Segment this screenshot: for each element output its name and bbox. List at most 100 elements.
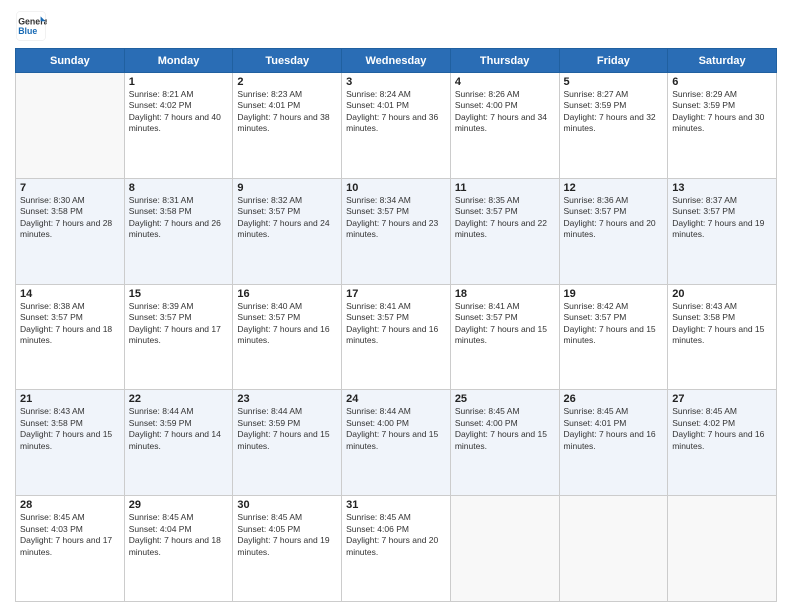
day-number: 30 bbox=[237, 499, 337, 511]
day-cell-2: 2 Sunrise: 8:23 AMSunset: 4:01 PMDayligh… bbox=[233, 73, 342, 179]
day-number: 14 bbox=[20, 288, 120, 300]
day-info: Sunrise: 8:45 AMSunset: 4:04 PMDaylight:… bbox=[129, 512, 229, 558]
day-cell-9: 9 Sunrise: 8:32 AMSunset: 3:57 PMDayligh… bbox=[233, 178, 342, 284]
weekday-sunday: Sunday bbox=[16, 49, 125, 73]
week-row-2: 7 Sunrise: 8:30 AMSunset: 3:58 PMDayligh… bbox=[16, 178, 777, 284]
calendar-table: SundayMondayTuesdayWednesdayThursdayFrid… bbox=[15, 48, 777, 602]
empty-cell bbox=[668, 496, 777, 602]
day-info: Sunrise: 8:29 AMSunset: 3:59 PMDaylight:… bbox=[672, 89, 772, 135]
day-cell-29: 29 Sunrise: 8:45 AMSunset: 4:04 PMDaylig… bbox=[124, 496, 233, 602]
day-cell-21: 21 Sunrise: 8:43 AMSunset: 3:58 PMDaylig… bbox=[16, 390, 125, 496]
day-cell-7: 7 Sunrise: 8:30 AMSunset: 3:58 PMDayligh… bbox=[16, 178, 125, 284]
day-cell-26: 26 Sunrise: 8:45 AMSunset: 4:01 PMDaylig… bbox=[559, 390, 668, 496]
header: General Blue bbox=[15, 10, 777, 42]
day-number: 23 bbox=[237, 393, 337, 405]
day-cell-14: 14 Sunrise: 8:38 AMSunset: 3:57 PMDaylig… bbox=[16, 284, 125, 390]
day-cell-15: 15 Sunrise: 8:39 AMSunset: 3:57 PMDaylig… bbox=[124, 284, 233, 390]
day-info: Sunrise: 8:23 AMSunset: 4:01 PMDaylight:… bbox=[237, 89, 337, 135]
day-cell-27: 27 Sunrise: 8:45 AMSunset: 4:02 PMDaylig… bbox=[668, 390, 777, 496]
svg-text:Blue: Blue bbox=[18, 26, 37, 36]
weekday-monday: Monday bbox=[124, 49, 233, 73]
day-info: Sunrise: 8:32 AMSunset: 3:57 PMDaylight:… bbox=[237, 195, 337, 241]
day-number: 10 bbox=[346, 182, 446, 194]
day-info: Sunrise: 8:45 AMSunset: 4:02 PMDaylight:… bbox=[672, 406, 772, 452]
day-info: Sunrise: 8:43 AMSunset: 3:58 PMDaylight:… bbox=[672, 301, 772, 347]
day-info: Sunrise: 8:38 AMSunset: 3:57 PMDaylight:… bbox=[20, 301, 120, 347]
day-cell-16: 16 Sunrise: 8:40 AMSunset: 3:57 PMDaylig… bbox=[233, 284, 342, 390]
day-cell-18: 18 Sunrise: 8:41 AMSunset: 3:57 PMDaylig… bbox=[450, 284, 559, 390]
weekday-header-row: SundayMondayTuesdayWednesdayThursdayFrid… bbox=[16, 49, 777, 73]
day-info: Sunrise: 8:36 AMSunset: 3:57 PMDaylight:… bbox=[564, 195, 664, 241]
day-number: 9 bbox=[237, 182, 337, 194]
day-info: Sunrise: 8:44 AMSunset: 3:59 PMDaylight:… bbox=[237, 406, 337, 452]
day-cell-28: 28 Sunrise: 8:45 AMSunset: 4:03 PMDaylig… bbox=[16, 496, 125, 602]
day-info: Sunrise: 8:44 AMSunset: 3:59 PMDaylight:… bbox=[129, 406, 229, 452]
weekday-wednesday: Wednesday bbox=[342, 49, 451, 73]
day-number: 22 bbox=[129, 393, 229, 405]
day-number: 6 bbox=[672, 76, 772, 88]
day-cell-5: 5 Sunrise: 8:27 AMSunset: 3:59 PMDayligh… bbox=[559, 73, 668, 179]
empty-cell bbox=[450, 496, 559, 602]
day-cell-30: 30 Sunrise: 8:45 AMSunset: 4:05 PMDaylig… bbox=[233, 496, 342, 602]
day-number: 19 bbox=[564, 288, 664, 300]
day-number: 5 bbox=[564, 76, 664, 88]
day-number: 7 bbox=[20, 182, 120, 194]
day-cell-3: 3 Sunrise: 8:24 AMSunset: 4:01 PMDayligh… bbox=[342, 73, 451, 179]
day-number: 11 bbox=[455, 182, 555, 194]
day-number: 27 bbox=[672, 393, 772, 405]
day-cell-11: 11 Sunrise: 8:35 AMSunset: 3:57 PMDaylig… bbox=[450, 178, 559, 284]
day-cell-8: 8 Sunrise: 8:31 AMSunset: 3:58 PMDayligh… bbox=[124, 178, 233, 284]
day-info: Sunrise: 8:27 AMSunset: 3:59 PMDaylight:… bbox=[564, 89, 664, 135]
day-number: 13 bbox=[672, 182, 772, 194]
day-info: Sunrise: 8:35 AMSunset: 3:57 PMDaylight:… bbox=[455, 195, 555, 241]
week-row-1: 1 Sunrise: 8:21 AMSunset: 4:02 PMDayligh… bbox=[16, 73, 777, 179]
day-info: Sunrise: 8:40 AMSunset: 3:57 PMDaylight:… bbox=[237, 301, 337, 347]
day-info: Sunrise: 8:45 AMSunset: 4:06 PMDaylight:… bbox=[346, 512, 446, 558]
day-info: Sunrise: 8:41 AMSunset: 3:57 PMDaylight:… bbox=[346, 301, 446, 347]
day-cell-31: 31 Sunrise: 8:45 AMSunset: 4:06 PMDaylig… bbox=[342, 496, 451, 602]
day-info: Sunrise: 8:37 AMSunset: 3:57 PMDaylight:… bbox=[672, 195, 772, 241]
day-cell-12: 12 Sunrise: 8:36 AMSunset: 3:57 PMDaylig… bbox=[559, 178, 668, 284]
day-cell-10: 10 Sunrise: 8:34 AMSunset: 3:57 PMDaylig… bbox=[342, 178, 451, 284]
day-number: 2 bbox=[237, 76, 337, 88]
day-number: 28 bbox=[20, 499, 120, 511]
weekday-saturday: Saturday bbox=[668, 49, 777, 73]
day-info: Sunrise: 8:21 AMSunset: 4:02 PMDaylight:… bbox=[129, 89, 229, 135]
day-number: 16 bbox=[237, 288, 337, 300]
day-cell-13: 13 Sunrise: 8:37 AMSunset: 3:57 PMDaylig… bbox=[668, 178, 777, 284]
empty-cell bbox=[559, 496, 668, 602]
day-info: Sunrise: 8:39 AMSunset: 3:57 PMDaylight:… bbox=[129, 301, 229, 347]
day-number: 20 bbox=[672, 288, 772, 300]
week-row-4: 21 Sunrise: 8:43 AMSunset: 3:58 PMDaylig… bbox=[16, 390, 777, 496]
day-number: 18 bbox=[455, 288, 555, 300]
day-cell-17: 17 Sunrise: 8:41 AMSunset: 3:57 PMDaylig… bbox=[342, 284, 451, 390]
svg-text:General: General bbox=[18, 16, 47, 26]
day-cell-4: 4 Sunrise: 8:26 AMSunset: 4:00 PMDayligh… bbox=[450, 73, 559, 179]
day-info: Sunrise: 8:42 AMSunset: 3:57 PMDaylight:… bbox=[564, 301, 664, 347]
day-number: 17 bbox=[346, 288, 446, 300]
day-cell-20: 20 Sunrise: 8:43 AMSunset: 3:58 PMDaylig… bbox=[668, 284, 777, 390]
day-number: 1 bbox=[129, 76, 229, 88]
day-info: Sunrise: 8:24 AMSunset: 4:01 PMDaylight:… bbox=[346, 89, 446, 135]
week-row-5: 28 Sunrise: 8:45 AMSunset: 4:03 PMDaylig… bbox=[16, 496, 777, 602]
day-number: 3 bbox=[346, 76, 446, 88]
day-number: 21 bbox=[20, 393, 120, 405]
weekday-tuesday: Tuesday bbox=[233, 49, 342, 73]
day-number: 4 bbox=[455, 76, 555, 88]
logo-icon: General Blue bbox=[15, 10, 47, 42]
day-info: Sunrise: 8:41 AMSunset: 3:57 PMDaylight:… bbox=[455, 301, 555, 347]
day-info: Sunrise: 8:31 AMSunset: 3:58 PMDaylight:… bbox=[129, 195, 229, 241]
week-row-3: 14 Sunrise: 8:38 AMSunset: 3:57 PMDaylig… bbox=[16, 284, 777, 390]
day-number: 26 bbox=[564, 393, 664, 405]
day-number: 29 bbox=[129, 499, 229, 511]
day-info: Sunrise: 8:34 AMSunset: 3:57 PMDaylight:… bbox=[346, 195, 446, 241]
day-info: Sunrise: 8:45 AMSunset: 4:00 PMDaylight:… bbox=[455, 406, 555, 452]
day-info: Sunrise: 8:45 AMSunset: 4:05 PMDaylight:… bbox=[237, 512, 337, 558]
day-info: Sunrise: 8:45 AMSunset: 4:03 PMDaylight:… bbox=[20, 512, 120, 558]
day-info: Sunrise: 8:45 AMSunset: 4:01 PMDaylight:… bbox=[564, 406, 664, 452]
day-number: 31 bbox=[346, 499, 446, 511]
day-cell-23: 23 Sunrise: 8:44 AMSunset: 3:59 PMDaylig… bbox=[233, 390, 342, 496]
day-info: Sunrise: 8:30 AMSunset: 3:58 PMDaylight:… bbox=[20, 195, 120, 241]
day-cell-19: 19 Sunrise: 8:42 AMSunset: 3:57 PMDaylig… bbox=[559, 284, 668, 390]
day-number: 8 bbox=[129, 182, 229, 194]
